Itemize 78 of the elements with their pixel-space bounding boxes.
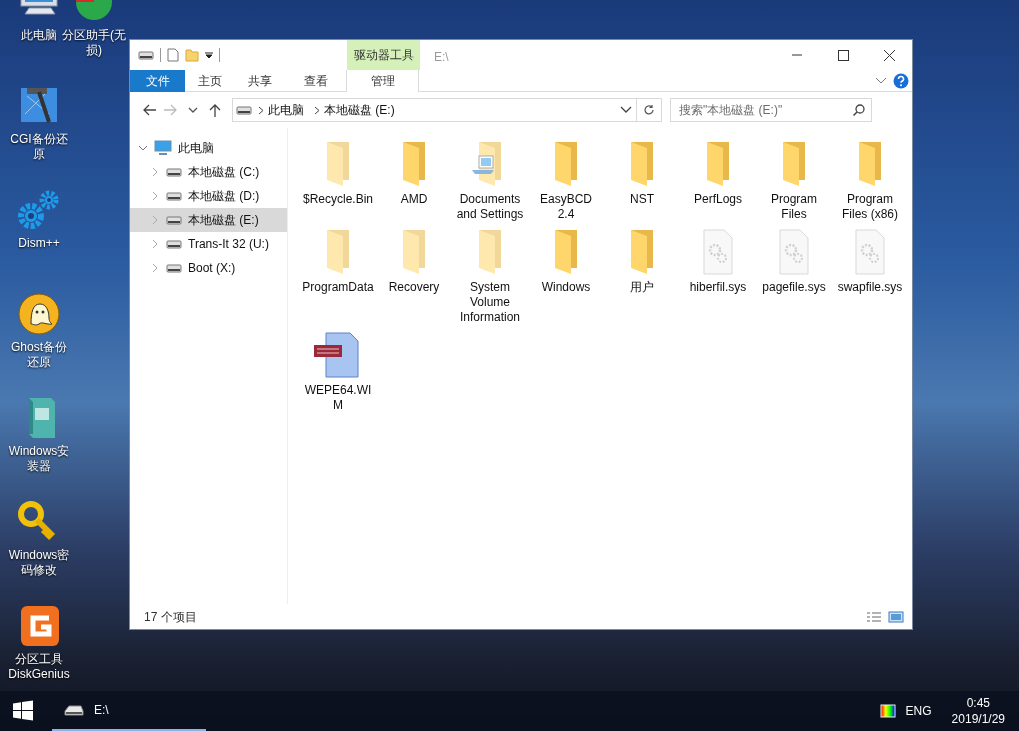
desktop-icon-label[interactable]: 分区工具DiskGenius: [6, 652, 72, 682]
desktop-icon-label[interactable]: Windows安装器: [6, 444, 72, 474]
nav-item[interactable]: Boot (X:): [130, 256, 287, 280]
ribbon-tab[interactable]: 文件: [130, 70, 185, 92]
arrow-up-icon: [208, 103, 222, 117]
file-item[interactable]: NST: [604, 140, 680, 222]
file-item[interactable]: Program Files (x86): [832, 140, 908, 222]
address-bar[interactable]: 此电脑 本地磁盘 (E:): [232, 98, 662, 122]
maximize-icon: [836, 48, 850, 62]
nav-item[interactable]: 本地磁盘 (D:): [130, 184, 287, 208]
chevron-right-icon[interactable]: [150, 167, 160, 177]
file-item[interactable]: System Volume Information: [452, 228, 528, 325]
help-icon[interactable]: [893, 72, 909, 89]
drive-icon: [166, 214, 182, 226]
ribbon-tab[interactable]: 共享: [235, 70, 285, 92]
ghost-icon[interactable]: [17, 292, 61, 336]
desktop-icon-label[interactable]: Dism++: [18, 236, 60, 251]
large-icons-view-icon[interactable]: [888, 610, 904, 623]
nav-item[interactable]: Trans-It 32 (U:): [130, 232, 287, 256]
ribbon-tab[interactable]: 查看: [285, 70, 346, 92]
file-item[interactable]: EasyBCD 2.4: [528, 140, 604, 222]
color-display-icon[interactable]: [879, 704, 896, 718]
desktop-icon-label[interactable]: Ghost备份还原: [6, 340, 72, 370]
item-count: 17 个项目: [144, 608, 197, 626]
nav-item[interactable]: 本地磁盘 (E:): [130, 208, 287, 232]
breadcrumb-item[interactable]: 本地磁盘 (E:): [320, 101, 399, 119]
chevron-right-icon[interactable]: [150, 263, 160, 273]
file-item[interactable]: Recovery: [376, 228, 452, 325]
chevron-right-icon: [314, 105, 320, 115]
file-item[interactable]: ProgramData: [300, 228, 376, 325]
nav-item[interactable]: 此电脑: [130, 136, 287, 160]
file-item[interactable]: 用户: [604, 228, 680, 325]
file-item[interactable]: Documents and Settings: [452, 140, 528, 222]
nav-item[interactable]: 本地磁盘 (C:): [130, 160, 287, 184]
file-item[interactable]: WEPE64.WIM: [300, 331, 376, 413]
drive-icon[interactable]: [138, 49, 154, 61]
arrow-right-icon: [164, 103, 178, 117]
file-item[interactable]: $Recycle.Bin: [300, 140, 376, 222]
document-icon[interactable]: [167, 48, 179, 62]
ribbon-context-header: 驱动器工具: [347, 40, 420, 70]
file-item[interactable]: pagefile.sys: [756, 228, 832, 325]
ribbon-tab[interactable]: 管理: [346, 70, 419, 92]
chevron-down-icon[interactable]: [875, 76, 887, 85]
drive-icon: [166, 238, 182, 250]
desktop-icon-label[interactable]: 分区助手(无损): [60, 28, 128, 58]
file-item[interactable]: AMD: [376, 140, 452, 222]
file-item[interactable]: hiberfil.sys: [680, 228, 756, 325]
ribbon-tab[interactable]: 主页: [185, 70, 235, 92]
windows-logo-icon: [12, 700, 34, 722]
close-icon: [882, 48, 896, 62]
desktop-icon-label[interactable]: Windows密码修改: [6, 548, 72, 578]
breadcrumb-item[interactable]: 此电脑: [264, 101, 308, 119]
gears-icon[interactable]: [17, 188, 61, 232]
search-field[interactable]: 搜索"本地磁盘 (E:)": [670, 98, 872, 122]
taskbar-button[interactable]: E:\: [52, 691, 206, 731]
arrow-left-icon: [142, 103, 156, 117]
monitor-icon: [154, 140, 172, 156]
file-item[interactable]: Windows: [528, 228, 604, 325]
dropdown-icon[interactable]: [205, 51, 213, 59]
chevron-right-icon: [258, 105, 264, 115]
window-title: E:\: [434, 49, 449, 66]
language-indicator[interactable]: ENG: [905, 702, 932, 720]
chevron-right-icon[interactable]: [150, 239, 160, 249]
refresh-icon: [643, 104, 655, 116]
file-item[interactable]: Program Files: [756, 140, 832, 222]
chevron-right-icon[interactable]: [150, 191, 160, 201]
desktop-icon-label[interactable]: 此电脑: [21, 28, 57, 43]
chevron-down-icon[interactable]: [138, 143, 148, 153]
drive-icon: [166, 166, 182, 178]
search-icon: [853, 104, 865, 116]
drive-icon: [166, 262, 182, 274]
file-item[interactable]: swapfile.sys: [832, 228, 908, 325]
drive-icon: [64, 703, 84, 717]
clock[interactable]: 0:45 2019/1/29: [951, 695, 1005, 727]
file-item[interactable]: PerfLogs: [680, 140, 756, 222]
desktop-icon-label[interactable]: CGI备份还原: [6, 132, 72, 162]
drive-icon: [236, 104, 252, 116]
drive-icon: [166, 190, 182, 202]
